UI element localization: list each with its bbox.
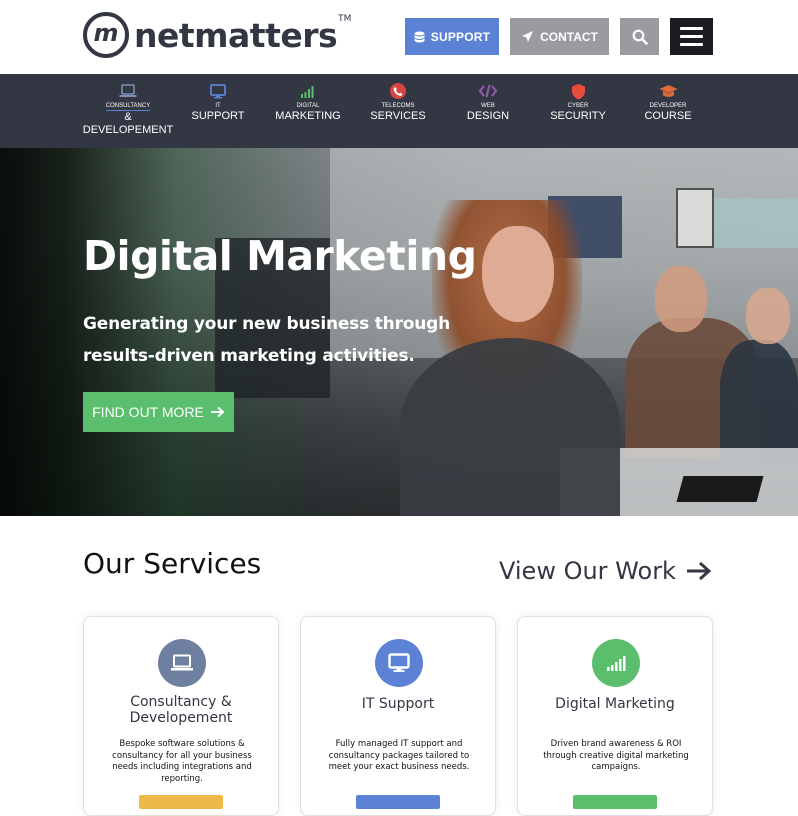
hamburger-menu-icon xyxy=(680,27,703,30)
nav-big-label: & DEVELOPEMENT xyxy=(82,111,174,136)
hamburger-menu-button[interactable] xyxy=(670,18,713,55)
search-icon xyxy=(632,29,648,45)
hero-subtitle: Generating your new business through res… xyxy=(83,308,463,372)
logo-wordmark: netmatters xyxy=(134,15,338,55)
find-out-more-button[interactable]: FIND OUT MORE xyxy=(83,392,234,432)
card-read-more-button[interactable] xyxy=(573,795,657,809)
hero-person-face xyxy=(655,266,707,332)
nav-big-label: SUPPORT xyxy=(191,110,245,122)
nav-small-label: CONSULTANCY xyxy=(105,103,151,111)
card-title-line: Developement xyxy=(129,710,233,726)
card-icon-circle xyxy=(158,639,206,687)
card-description: Bespoke software solutions & consultancy… xyxy=(112,739,252,784)
support-button[interactable]: SUPPORT xyxy=(405,18,499,55)
hero-person-body xyxy=(720,340,798,460)
nav-big-label: DESIGN xyxy=(466,110,510,122)
nav-big-label: SECURITY xyxy=(550,110,606,122)
nav-small-label: CYBER xyxy=(567,103,589,109)
nav-item-it-support[interactable]: IT SUPPORT xyxy=(172,82,264,123)
arrow-right-icon xyxy=(210,406,225,418)
monitor-icon xyxy=(388,653,410,672)
hamburger-line xyxy=(680,35,703,38)
service-card-consultancy[interactable]: Consultancy & Developement Bespoke softw… xyxy=(83,616,279,816)
database-icon xyxy=(414,31,425,42)
search-button[interactable] xyxy=(620,18,659,55)
services-heading: Our Services xyxy=(83,547,262,580)
nav-big-label: COURSE xyxy=(644,110,692,122)
view-our-work-label: View Our Work xyxy=(499,557,676,585)
hero-banner: Digital Marketing Generating your new bu… xyxy=(0,148,798,516)
card-read-more-button[interactable] xyxy=(139,795,223,809)
card-description: Driven brand awareness & ROI through cre… xyxy=(543,739,689,772)
hero-title: Digital Marketing xyxy=(83,232,477,280)
view-our-work-link[interactable]: View Our Work xyxy=(499,557,712,585)
monitor-icon xyxy=(210,83,226,98)
site-header: m netmatters TM SUPPORT CONTACT xyxy=(0,0,798,74)
logo-circle: m xyxy=(83,12,129,58)
hero-wall-certificate xyxy=(676,188,714,248)
support-label: SUPPORT xyxy=(430,29,491,44)
nav-item-developer-course[interactable]: DEVELOPER COURSE xyxy=(622,82,714,123)
nav-small-label: TELECOMS xyxy=(381,103,415,109)
nav-small-label: DEVELOPER xyxy=(649,103,687,109)
laptop-icon xyxy=(119,84,137,97)
card-title: Consultancy & Developement xyxy=(84,694,278,726)
hero-keyboard xyxy=(676,476,764,502)
netmatters-logo[interactable]: m netmatters TM xyxy=(83,12,351,58)
signal-bars-icon xyxy=(301,86,314,98)
logo-trademark: TM xyxy=(338,14,352,24)
code-icon xyxy=(479,84,497,98)
arrow-right-icon xyxy=(686,561,712,581)
service-card-digital-marketing[interactable]: Digital Marketing Driven brand awareness… xyxy=(517,616,713,816)
nav-small-label: IT xyxy=(215,103,221,109)
card-title: Digital Marketing xyxy=(555,696,675,712)
nav-big-label: MARKETING xyxy=(275,110,341,122)
find-out-more-label: FIND OUT MORE xyxy=(92,404,204,420)
card-title: IT Support xyxy=(361,696,435,712)
card-title-line: Consultancy & xyxy=(130,694,232,710)
laptop-icon xyxy=(171,654,193,671)
card-description: Fully managed IT support and consultancy… xyxy=(328,739,470,772)
signal-bars-icon xyxy=(607,656,626,671)
nav-item-digital-marketing[interactable]: DIGITAL MARKETING xyxy=(262,82,354,123)
card-icon-circle xyxy=(375,639,423,687)
nav-item-web-design[interactable]: WEB DESIGN xyxy=(442,82,534,123)
services-navbar: CONSULTANCY & DEVELOPEMENT IT SUPPORT DI… xyxy=(0,74,798,148)
card-read-more-button[interactable] xyxy=(356,795,440,809)
nav-small-label: DIGITAL xyxy=(296,103,320,109)
contact-button[interactable]: CONTACT xyxy=(510,18,609,55)
nav-big-label: SERVICES xyxy=(370,110,426,122)
nav-small-label: WEB xyxy=(481,103,495,109)
nav-item-consultancy[interactable]: CONSULTANCY & DEVELOPEMENT xyxy=(82,82,174,137)
nav-item-cyber-security[interactable]: CYBER SECURITY xyxy=(532,82,624,123)
hero-subtitle-line: results-driven marketing activities. xyxy=(83,346,415,366)
graduation-cap-icon xyxy=(659,84,677,97)
hero-person-face xyxy=(746,288,790,344)
contact-label: CONTACT xyxy=(540,29,598,44)
hero-person-face xyxy=(482,226,554,322)
service-card-it-support[interactable]: IT Support Fully managed IT support and … xyxy=(300,616,496,816)
shield-icon xyxy=(571,83,585,99)
phone-icon xyxy=(390,83,406,99)
hero-wall-sign xyxy=(714,198,798,248)
send-icon xyxy=(522,31,534,42)
hero-subtitle-line: Generating your new business through xyxy=(83,314,451,334)
nav-item-telecoms[interactable]: TELECOMS SERVICES xyxy=(352,82,444,123)
hamburger-line xyxy=(680,43,703,46)
card-icon-circle xyxy=(592,639,640,687)
